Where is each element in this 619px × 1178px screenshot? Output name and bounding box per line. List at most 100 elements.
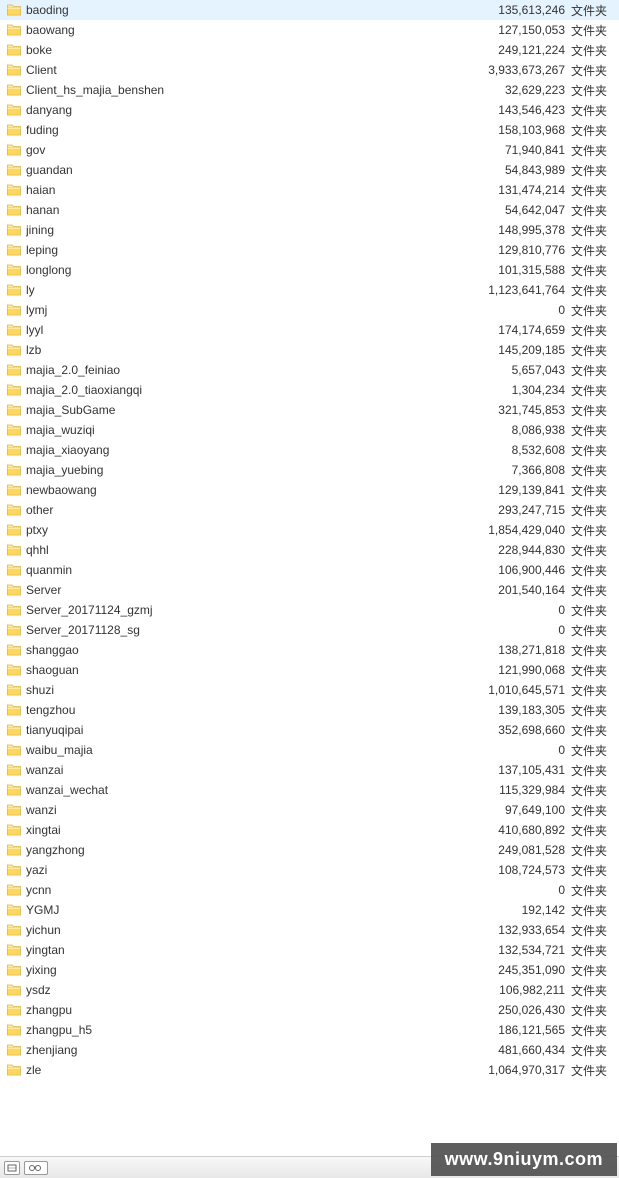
file-row[interactable]: YGMJ192,142文件夹	[0, 900, 619, 920]
file-row[interactable]: ly1,123,641,764文件夹	[0, 280, 619, 300]
file-name: zhenjiang	[26, 1043, 471, 1057]
file-row[interactable]: baowang127,150,053文件夹	[0, 20, 619, 40]
file-row[interactable]: newbaowang129,139,841文件夹	[0, 480, 619, 500]
file-row[interactable]: zhenjiang481,660,434文件夹	[0, 1040, 619, 1060]
folder-icon	[6, 302, 22, 318]
file-type: 文件夹	[571, 382, 619, 399]
file-type: 文件夹	[571, 602, 619, 619]
file-type: 文件夹	[571, 562, 619, 579]
file-row[interactable]: zhangpu250,026,430文件夹	[0, 1000, 619, 1020]
file-row[interactable]: baoding135,613,246文件夹	[0, 0, 619, 20]
file-row[interactable]: yazi108,724,573文件夹	[0, 860, 619, 880]
file-type: 文件夹	[571, 842, 619, 859]
file-row[interactable]: xingtai410,680,892文件夹	[0, 820, 619, 840]
file-row[interactable]: shaoguan121,990,068文件夹	[0, 660, 619, 680]
file-row[interactable]: Client_hs_majia_benshen32,629,223文件夹	[0, 80, 619, 100]
file-name: zhangpu_h5	[26, 1023, 471, 1037]
status-icon-1[interactable]	[4, 1161, 20, 1175]
file-row[interactable]: majia_xiaoyang8,532,608文件夹	[0, 440, 619, 460]
file-size: 228,944,830	[471, 543, 571, 557]
file-row[interactable]: guandan54,843,989文件夹	[0, 160, 619, 180]
file-row[interactable]: lyyl174,174,659文件夹	[0, 320, 619, 340]
file-name: majia_2.0_tiaoxiangqi	[26, 383, 471, 397]
file-size: 1,854,429,040	[471, 523, 571, 537]
status-icon-2[interactable]	[24, 1161, 48, 1175]
file-row[interactable]: shanggao138,271,818文件夹	[0, 640, 619, 660]
file-name: haian	[26, 183, 471, 197]
file-row[interactable]: ycnn0文件夹	[0, 880, 619, 900]
file-row[interactable]: Server_20171128_sg0文件夹	[0, 620, 619, 640]
folder-icon	[6, 782, 22, 798]
file-row[interactable]: hanan54,642,047文件夹	[0, 200, 619, 220]
file-row[interactable]: fuding158,103,968文件夹	[0, 120, 619, 140]
file-size: 201,540,164	[471, 583, 571, 597]
file-row[interactable]: longlong101,315,588文件夹	[0, 260, 619, 280]
file-name: zhangpu	[26, 1003, 471, 1017]
file-row[interactable]: yichun132,933,654文件夹	[0, 920, 619, 940]
file-row[interactable]: majia_yuebing7,366,808文件夹	[0, 460, 619, 480]
file-type: 文件夹	[571, 222, 619, 239]
file-name: yichun	[26, 923, 471, 937]
file-type: 文件夹	[571, 822, 619, 839]
file-row[interactable]: Client3,933,673,267文件夹	[0, 60, 619, 80]
file-name: Server_20171124_gzmj	[26, 603, 471, 617]
file-row[interactable]: Server_20171124_gzmj0文件夹	[0, 600, 619, 620]
file-size: 5,657,043	[471, 363, 571, 377]
file-name: yixing	[26, 963, 471, 977]
file-size: 106,900,446	[471, 563, 571, 577]
folder-icon	[6, 842, 22, 858]
file-row[interactable]: tianyuqipai352,698,660文件夹	[0, 720, 619, 740]
file-type: 文件夹	[571, 682, 619, 699]
file-row[interactable]: ysdz106,982,211文件夹	[0, 980, 619, 1000]
file-row[interactable]: haian131,474,214文件夹	[0, 180, 619, 200]
file-row[interactable]: majia_2.0_feiniao5,657,043文件夹	[0, 360, 619, 380]
file-row[interactable]: zhangpu_h5186,121,565文件夹	[0, 1020, 619, 1040]
file-name: waibu_majia	[26, 743, 471, 757]
file-row[interactable]: gov71,940,841文件夹	[0, 140, 619, 160]
file-name: gov	[26, 143, 471, 157]
folder-icon	[6, 882, 22, 898]
folder-icon	[6, 902, 22, 918]
file-row[interactable]: leping129,810,776文件夹	[0, 240, 619, 260]
folder-icon	[6, 142, 22, 158]
folder-icon	[6, 242, 22, 258]
file-size: 1,123,641,764	[471, 283, 571, 297]
file-size: 249,081,528	[471, 843, 571, 857]
file-row[interactable]: majia_SubGame321,745,853文件夹	[0, 400, 619, 420]
file-row[interactable]: majia_wuziqi8,086,938文件夹	[0, 420, 619, 440]
file-row[interactable]: shuzi1,010,645,571文件夹	[0, 680, 619, 700]
folder-icon	[6, 442, 22, 458]
file-row[interactable]: wanzi97,649,100文件夹	[0, 800, 619, 820]
file-type: 文件夹	[571, 522, 619, 539]
file-row[interactable]: Server201,540,164文件夹	[0, 580, 619, 600]
file-row[interactable]: boke249,121,224文件夹	[0, 40, 619, 60]
file-row[interactable]: quanmin106,900,446文件夹	[0, 560, 619, 580]
folder-icon	[6, 942, 22, 958]
file-row[interactable]: wanzai_wechat115,329,984文件夹	[0, 780, 619, 800]
file-row[interactable]: lzb145,209,185文件夹	[0, 340, 619, 360]
file-row[interactable]: jining148,995,378文件夹	[0, 220, 619, 240]
file-row[interactable]: zle1,064,970,317文件夹	[0, 1060, 619, 1080]
watermark: www.9niuym.com	[431, 1143, 617, 1176]
file-row[interactable]: danyang143,546,423文件夹	[0, 100, 619, 120]
file-row[interactable]: tengzhou139,183,305文件夹	[0, 700, 619, 720]
file-size: 245,351,090	[471, 963, 571, 977]
file-row[interactable]: qhhl228,944,830文件夹	[0, 540, 619, 560]
file-name: fuding	[26, 123, 471, 137]
file-row[interactable]: ptxy1,854,429,040文件夹	[0, 520, 619, 540]
folder-icon	[6, 522, 22, 538]
file-row[interactable]: wanzai137,105,431文件夹	[0, 760, 619, 780]
file-row[interactable]: yingtan132,534,721文件夹	[0, 940, 619, 960]
file-size: 97,649,100	[471, 803, 571, 817]
file-name: majia_xiaoyang	[26, 443, 471, 457]
file-row[interactable]: waibu_majia0文件夹	[0, 740, 619, 760]
file-name: yangzhong	[26, 843, 471, 857]
file-row[interactable]: other293,247,715文件夹	[0, 500, 619, 520]
file-row[interactable]: yangzhong249,081,528文件夹	[0, 840, 619, 860]
file-type: 文件夹	[571, 122, 619, 139]
file-row[interactable]: majia_2.0_tiaoxiangqi1,304,234文件夹	[0, 380, 619, 400]
file-type: 文件夹	[571, 302, 619, 319]
file-row[interactable]: lymj0文件夹	[0, 300, 619, 320]
file-size: 132,933,654	[471, 923, 571, 937]
file-row[interactable]: yixing245,351,090文件夹	[0, 960, 619, 980]
